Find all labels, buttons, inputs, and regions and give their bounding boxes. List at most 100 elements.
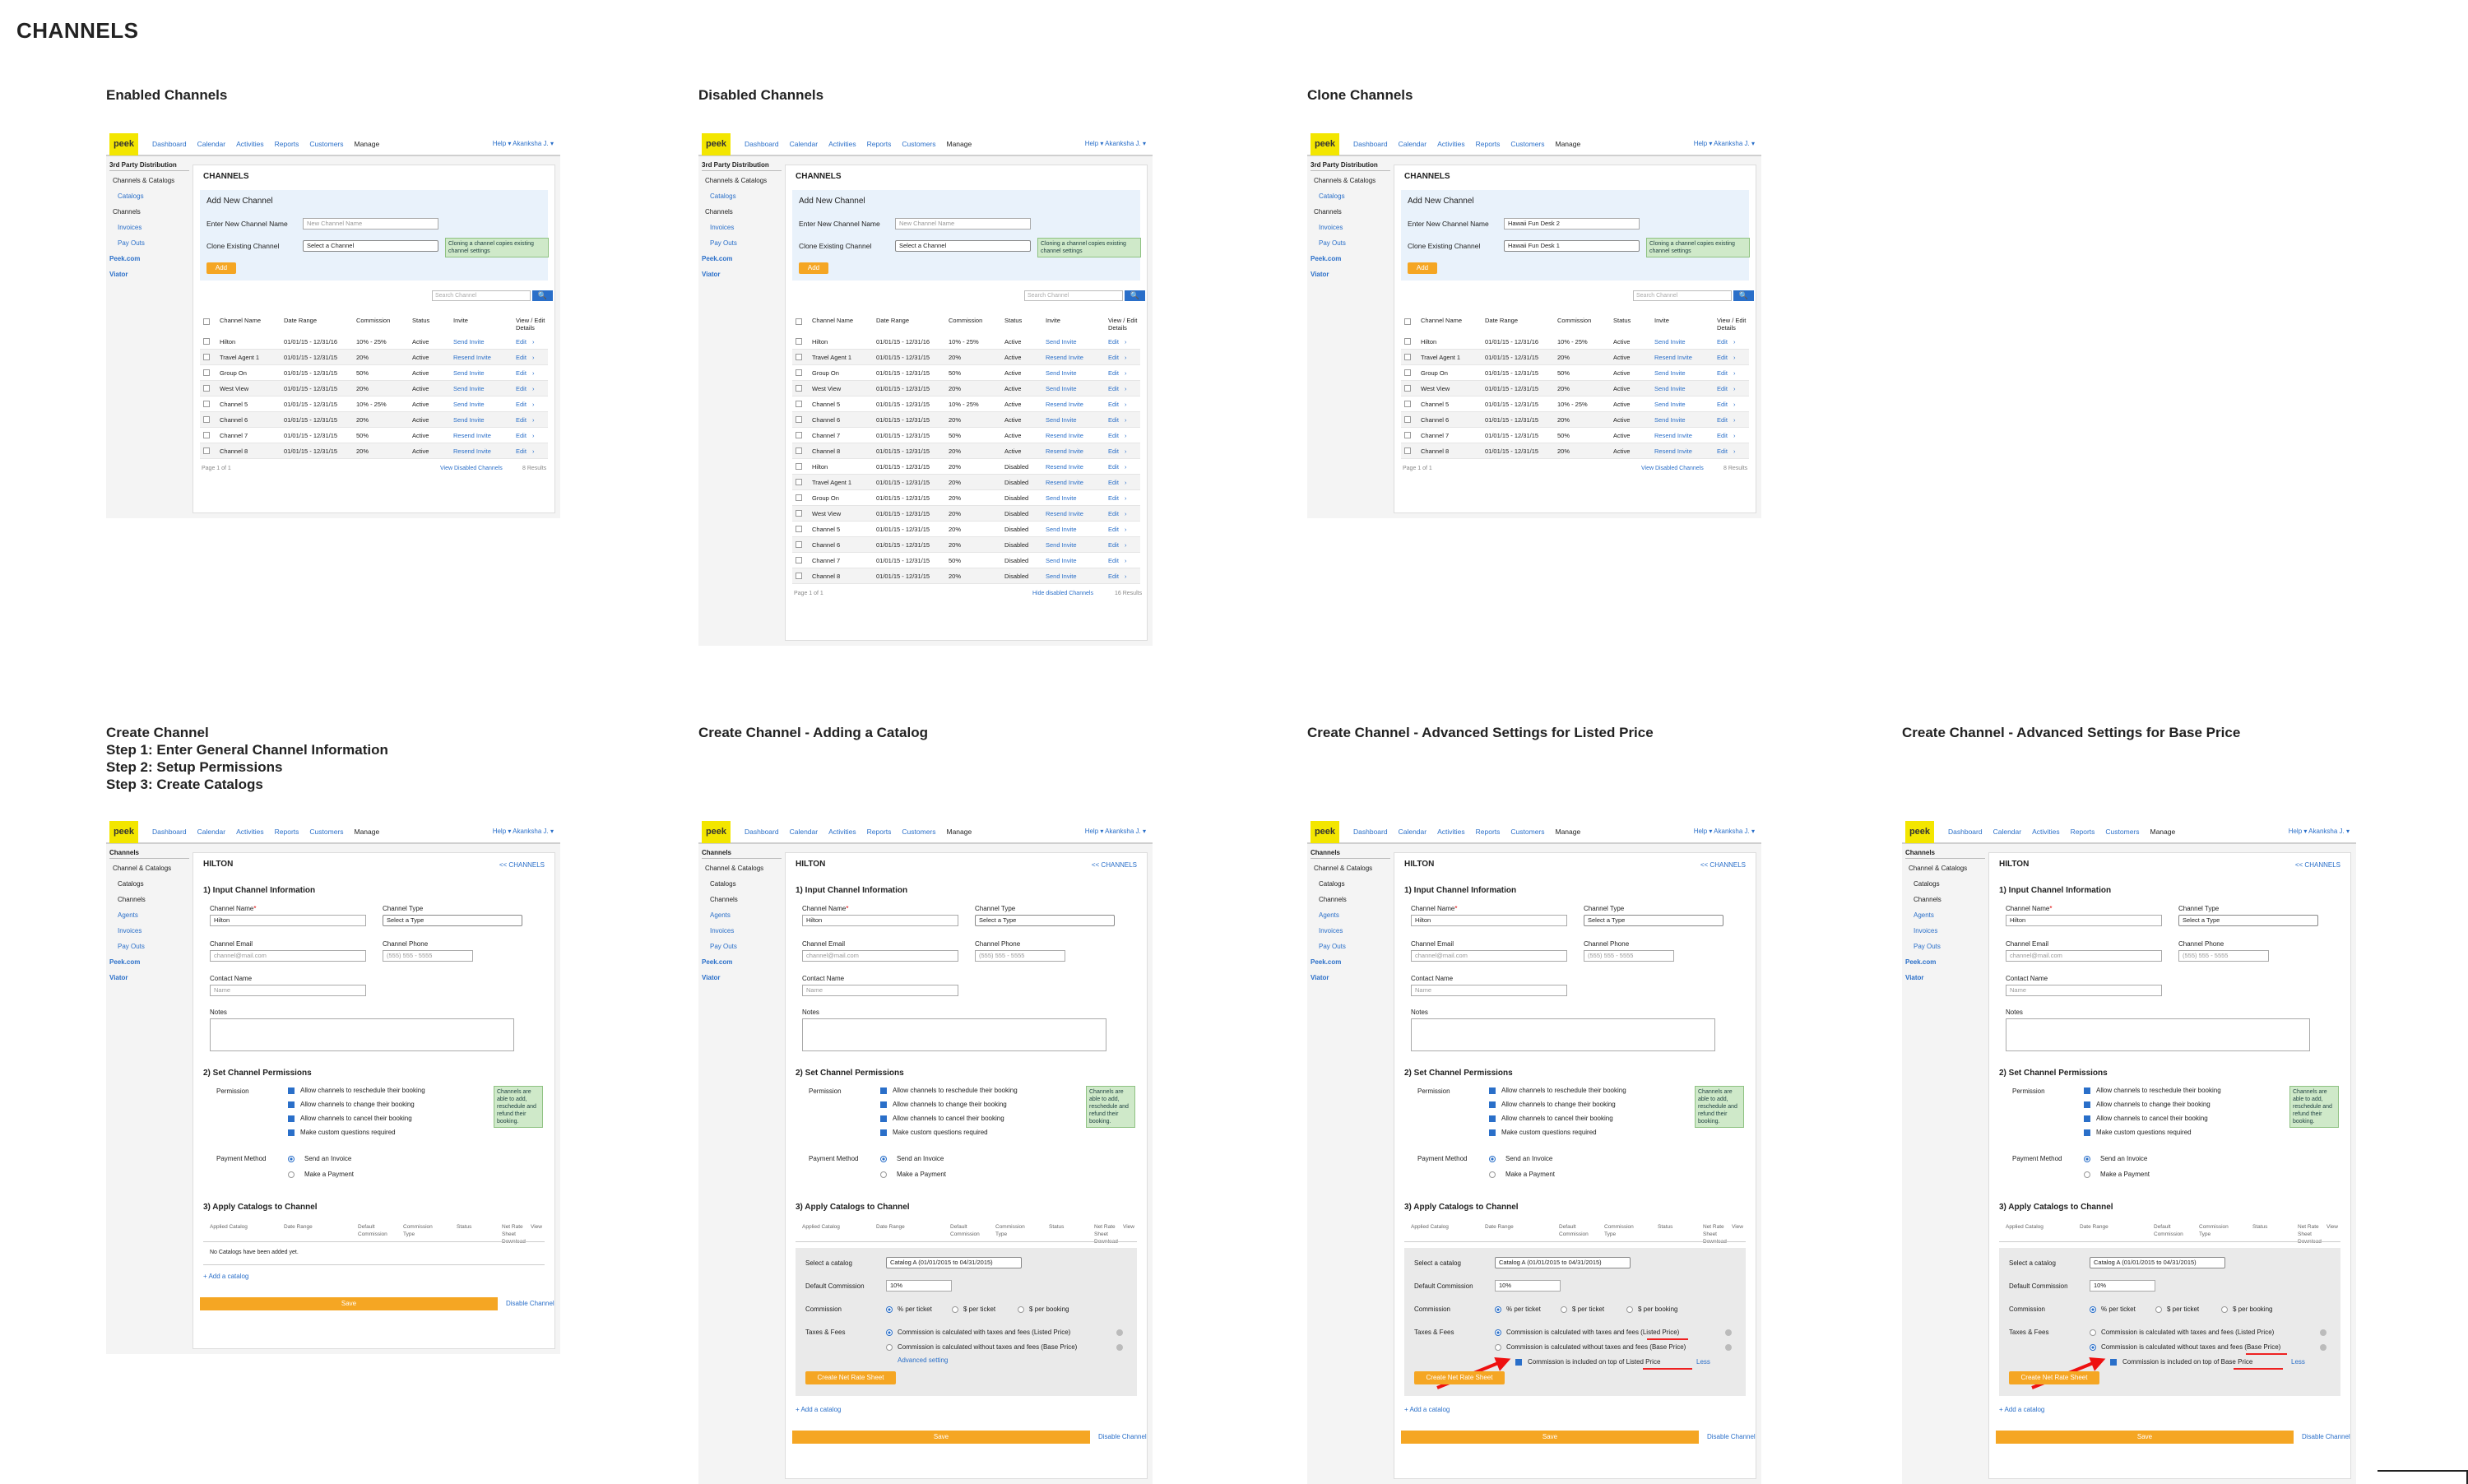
chevron-right-icon[interactable]: ›: [1733, 369, 1736, 377]
invite-link[interactable]: Send Invite: [453, 338, 485, 345]
edit-link[interactable]: Edit: [1108, 541, 1119, 549]
permission-checkbox[interactable]: [880, 1101, 887, 1108]
table-row[interactable]: Channel 7 01/01/15 - 12/31/15 50% Active Res…: [200, 428, 548, 443]
table-row[interactable]: Channel 8 01/01/15 - 12/31/15 20% Active Res…: [792, 443, 1140, 459]
sidebar-item[interactable]: Agents: [702, 911, 782, 919]
chevron-right-icon[interactable]: ›: [1125, 573, 1127, 580]
sidebar-item[interactable]: Channels & Catalogs: [1311, 177, 1390, 184]
add-button[interactable]: Add: [1408, 262, 1437, 274]
disable-channel-link[interactable]: Disable Channel: [1098, 1433, 1147, 1440]
create-net-rate-sheet-button[interactable]: Create Net Rate Sheet: [2009, 1371, 2099, 1384]
nav-item-calendar[interactable]: Calendar: [1399, 140, 1427, 148]
channel-name-input[interactable]: Hawaii Fun Desk 2: [1504, 218, 1640, 230]
sidebar-item[interactable]: Viator: [702, 271, 782, 278]
sidebar-item[interactable]: Invoices: [1311, 927, 1390, 934]
commission-type-radio[interactable]: [2221, 1306, 2228, 1313]
row-checkbox[interactable]: [796, 494, 802, 501]
nav-item-calendar[interactable]: Calendar: [1993, 828, 2022, 836]
channel-phone-input[interactable]: (555) 555 - 5555: [975, 950, 1065, 962]
commission-type-radio[interactable]: [1561, 1306, 1567, 1313]
sidebar-item[interactable]: Peek.com: [702, 958, 782, 966]
invite-link[interactable]: Send Invite: [1046, 573, 1077, 580]
edit-link[interactable]: Edit: [1108, 526, 1119, 533]
row-checkbox[interactable]: [796, 369, 802, 376]
sidebar-item[interactable]: Agents: [1311, 911, 1390, 919]
permission-checkbox[interactable]: [880, 1129, 887, 1136]
row-checkbox[interactable]: [1404, 401, 1411, 407]
save-button[interactable]: Save: [1401, 1431, 1699, 1444]
nav-item-manage[interactable]: Manage: [947, 828, 972, 836]
permission-checkbox[interactable]: [2084, 1087, 2090, 1094]
help-user-menu[interactable]: Help ▾ Akanksha J. ▾: [493, 828, 554, 835]
edit-link[interactable]: Edit: [1717, 401, 1728, 408]
row-checkbox[interactable]: [1404, 338, 1411, 345]
channel-email-input[interactable]: channel@mail.com: [2006, 950, 2162, 962]
help-user-menu[interactable]: Help ▾ Akanksha J. ▾: [2289, 828, 2350, 835]
sidebar-item[interactable]: Pay Outs: [1311, 943, 1390, 950]
row-checkbox[interactable]: [796, 463, 802, 470]
row-checkbox[interactable]: [796, 385, 802, 392]
add-catalog-link[interactable]: + Add a catalog: [203, 1273, 248, 1280]
peek-logo[interactable]: peek: [109, 133, 138, 155]
sidebar-item[interactable]: Agents: [1905, 911, 1985, 919]
contact-name-input[interactable]: Name: [210, 985, 366, 996]
catalog-select[interactable]: Catalog A (01/01/2015 to 04/31/2015): [2090, 1257, 2225, 1268]
disable-channel-link[interactable]: Disable Channel: [2302, 1433, 2350, 1440]
help-user-menu[interactable]: Help ▾ Akanksha J. ▾: [1085, 828, 1146, 835]
payment-radio[interactable]: [880, 1171, 887, 1178]
invite-link[interactable]: Resend Invite: [1046, 510, 1083, 517]
sidebar-item[interactable]: Peek.com: [109, 255, 189, 262]
table-row[interactable]: West View 01/01/15 - 12/31/15 20% Active Sen…: [792, 381, 1140, 397]
edit-link[interactable]: Edit: [1108, 573, 1119, 580]
contact-name-input[interactable]: Name: [802, 985, 958, 996]
invite-link[interactable]: Send Invite: [1046, 338, 1077, 345]
chevron-right-icon[interactable]: ›: [532, 385, 535, 392]
row-checkbox[interactable]: [1404, 416, 1411, 423]
row-checkbox[interactable]: [203, 401, 210, 407]
peek-logo[interactable]: peek: [1311, 133, 1339, 155]
edit-link[interactable]: Edit: [516, 385, 527, 392]
search-icon[interactable]: 🔍: [1125, 290, 1145, 301]
row-checkbox[interactable]: [796, 416, 802, 423]
contact-name-input[interactable]: Name: [2006, 985, 2162, 996]
edit-link[interactable]: Edit: [1717, 369, 1728, 377]
nav-item-customers[interactable]: Customers: [309, 140, 343, 148]
channel-name-input[interactable]: Hilton: [210, 915, 366, 926]
nav-item-customers[interactable]: Customers: [309, 828, 343, 836]
sidebar-item[interactable]: Channels: [1311, 896, 1390, 903]
edit-link[interactable]: Edit: [1108, 338, 1119, 345]
table-row[interactable]: Channel 5 01/01/15 - 12/31/15 10% - 25% Act…: [200, 397, 548, 412]
disable-channel-link[interactable]: Disable Channel: [506, 1300, 554, 1307]
sidebar-item[interactable]: Viator: [1905, 974, 1985, 981]
chevron-right-icon[interactable]: ›: [1125, 448, 1127, 455]
payment-radio[interactable]: [288, 1156, 295, 1162]
row-checkbox[interactable]: [796, 432, 802, 438]
save-button[interactable]: Save: [1996, 1431, 2294, 1444]
sidebar-item[interactable]: Channel & Catalogs: [1905, 865, 1985, 872]
edit-link[interactable]: Edit: [516, 369, 527, 377]
sidebar-item[interactable]: Channels: [1311, 208, 1390, 216]
advanced-setting-link[interactable]: Advanced setting: [898, 1356, 948, 1364]
row-checkbox[interactable]: [203, 416, 210, 423]
row-checkbox[interactable]: [796, 401, 802, 407]
permission-checkbox[interactable]: [2084, 1115, 2090, 1122]
invite-link[interactable]: Send Invite: [1046, 541, 1077, 549]
table-row[interactable]: Group On 01/01/15 - 12/31/15 50% Active Send…: [1401, 365, 1749, 381]
included-checkbox[interactable]: [1515, 1359, 1522, 1366]
invite-link[interactable]: Send Invite: [453, 401, 485, 408]
chevron-right-icon[interactable]: ›: [1125, 494, 1127, 502]
nav-item-calendar[interactable]: Calendar: [790, 140, 819, 148]
sidebar-item[interactable]: Invoices: [1311, 224, 1390, 231]
peek-logo[interactable]: peek: [1905, 821, 1934, 843]
sidebar-item[interactable]: Channel & Catalogs: [1311, 865, 1390, 872]
edit-link[interactable]: Edit: [1108, 432, 1119, 439]
table-row[interactable]: West View 01/01/15 - 12/31/15 20% Active Sen…: [200, 381, 548, 397]
edit-link[interactable]: Edit: [1108, 416, 1119, 424]
nav-item-manage[interactable]: Manage: [947, 140, 972, 148]
sidebar-item[interactable]: Channels: [1905, 896, 1985, 903]
notes-textarea[interactable]: [1411, 1018, 1715, 1051]
sidebar-item[interactable]: Viator: [1311, 271, 1390, 278]
sidebar-item[interactable]: Channels & Catalogs: [109, 177, 189, 184]
invite-link[interactable]: Resend Invite: [1046, 448, 1083, 455]
sidebar-item[interactable]: Viator: [1311, 974, 1390, 981]
